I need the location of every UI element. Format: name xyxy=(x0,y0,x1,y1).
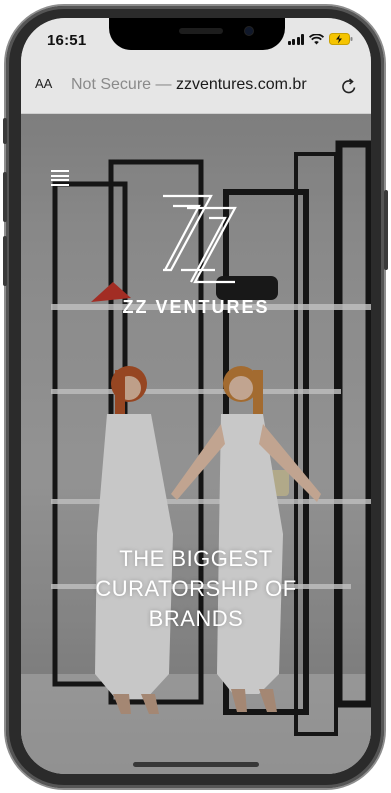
notch xyxy=(109,18,285,50)
security-indicator: Not Secure xyxy=(71,76,152,93)
hero-tagline: THE BIGGEST CURATORSHIP OF BRANDS xyxy=(51,544,341,634)
tagline-line-2: CURATORSHIP OF xyxy=(95,576,297,601)
tagline-line-3: BRANDS xyxy=(148,606,244,631)
hero-section: ZZ VENTURES THE BIGGEST CURATORSHIP OF B… xyxy=(21,114,371,774)
signal-icon xyxy=(287,33,304,45)
brand-name: ZZ VENTURES xyxy=(122,297,270,317)
url-separator: — xyxy=(151,76,176,93)
battery-charging-icon xyxy=(329,33,353,45)
browser-address-bar: AA Not Secure — zzventures.com.br xyxy=(21,62,371,114)
phone-screen: 16:51 AA Not Secure — zzventures.com.br … xyxy=(21,18,371,774)
front-camera xyxy=(244,26,254,36)
text-size-button[interactable]: AA xyxy=(35,76,52,91)
hamburger-menu-icon[interactable] xyxy=(51,170,69,186)
zz-logo-icon[interactable] xyxy=(159,192,239,286)
wifi-icon xyxy=(309,33,324,45)
volume-up-button xyxy=(3,172,7,222)
reload-icon[interactable] xyxy=(341,78,357,100)
power-button xyxy=(384,190,388,270)
tagline-line-1: THE BIGGEST xyxy=(119,546,273,571)
status-icons xyxy=(287,33,354,45)
volume-down-button xyxy=(3,236,7,286)
status-time: 16:51 xyxy=(47,32,87,49)
url-field[interactable]: Not Secure — zzventures.com.br xyxy=(71,76,331,94)
home-indicator[interactable] xyxy=(133,762,259,767)
silent-switch xyxy=(3,118,7,144)
url-domain: zzventures.com.br xyxy=(175,76,307,93)
earpiece-speaker xyxy=(179,28,223,34)
